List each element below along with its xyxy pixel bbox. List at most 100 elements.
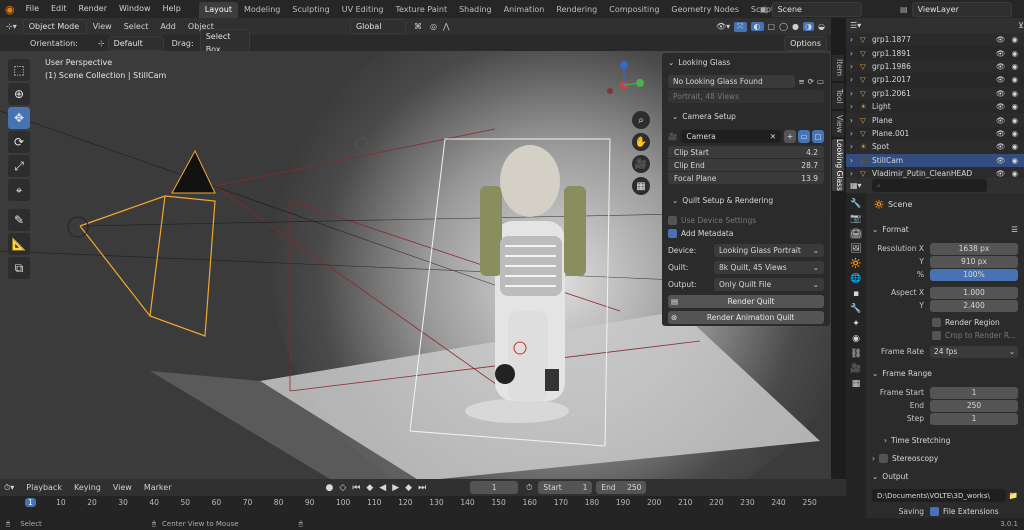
timeline-ruler[interactable]: 1 10 20 30 40 50 60 70 80 90 100 110 120 130 140 150 160…	[0, 496, 846, 518]
tab-compositing[interactable]: Compositing	[603, 2, 665, 18]
expand-icon[interactable]: ›	[850, 116, 860, 125]
tab-animation[interactable]: Animation	[498, 2, 551, 18]
menu-select[interactable]: Select	[118, 18, 155, 36]
menu-file[interactable]: File	[20, 0, 45, 18]
camera-setup-header[interactable]: ⌄ Camera Setup	[668, 109, 824, 123]
stereoscopy-header[interactable]: › Stereoscopy	[872, 452, 1018, 465]
outliner-row[interactable]: › 🎥 StillCam 👁 ◉	[846, 153, 1024, 167]
expand-icon[interactable]: ›	[850, 62, 860, 71]
visibility-icon[interactable]: 👁	[996, 75, 1006, 84]
window-icon[interactable]: ▭	[817, 77, 824, 86]
jump-end-icon[interactable]: ⏭	[418, 483, 426, 493]
visibility-icon[interactable]: 👁▾	[716, 22, 730, 31]
render-region-row[interactable]: Render Region	[872, 316, 1018, 329]
add-cube-tool-icon[interactable]: ⧉	[8, 257, 30, 279]
render-visibility-icon[interactable]: ◉	[1011, 142, 1018, 151]
add-metadata-checkbox[interactable]	[668, 228, 677, 238]
menu-edit[interactable]: Edit	[45, 0, 73, 18]
clear-icon[interactable]: ✕	[770, 132, 776, 141]
menu-timeline-view[interactable]: View	[107, 479, 138, 497]
proportional-icon[interactable]: ◎	[430, 22, 437, 31]
visibility-icon[interactable]: 👁	[996, 62, 1006, 71]
output-tab-icon[interactable]: 🖨	[850, 229, 862, 239]
particles-tab-icon[interactable]: ✦	[852, 319, 860, 329]
viewlayer-selector[interactable]: ▤ ViewLayer	[900, 2, 1012, 17]
overlay-icon[interactable]: ◐	[750, 22, 764, 31]
collapse-icon[interactable]: ⌄	[668, 58, 674, 67]
snap-icon[interactable]: ⌘	[414, 22, 422, 31]
device-dropdown[interactable]: Looking Glass Portrait ⌄	[714, 243, 824, 257]
folder-icon[interactable]: 📁	[1009, 491, 1018, 500]
constraints-tab-icon[interactable]: ⛓	[850, 349, 861, 359]
transform-tool-icon[interactable]: ⌖	[8, 179, 30, 201]
resolution-x-field[interactable]: 1638 px	[930, 242, 1018, 255]
expand-icon[interactable]: ›	[850, 142, 860, 151]
tab-looking-glass[interactable]: Looking Glass	[832, 139, 844, 191]
list-icon[interactable]: ≡	[798, 77, 804, 86]
cursor-tool-icon[interactable]: ⊕	[8, 83, 30, 105]
menu-keying[interactable]: Keying	[68, 479, 107, 497]
use-device-settings-checkbox[interactable]	[668, 215, 677, 225]
aspect-x-field[interactable]: 1.000	[930, 286, 1018, 299]
gizmo-icon[interactable]: ⤧	[734, 21, 747, 32]
orientation-dropdown[interactable]: Default	[107, 35, 164, 51]
zoom-icon[interactable]: ⌕	[632, 111, 650, 129]
tab-layout[interactable]: Layout	[198, 1, 238, 18]
expand-icon[interactable]: ›	[850, 156, 860, 165]
scene-tab-icon[interactable]: 🔆	[850, 259, 861, 269]
next-keyframe-icon[interactable]: ◆	[405, 483, 412, 493]
frame-rate-dropdown[interactable]: 24 fps ⌄	[930, 345, 1018, 358]
timeline-editor-icon[interactable]: ⏱▾	[4, 483, 14, 493]
outliner-row[interactable]: › ▽ Plane.001 👁 ◉	[846, 127, 1024, 140]
material-shading-icon[interactable]: ◑	[803, 22, 815, 31]
expand-icon[interactable]: ›	[850, 89, 860, 98]
clip-start-field[interactable]: Clip Start 4.2	[668, 146, 824, 158]
visibility-icon[interactable]: 👁	[996, 102, 1006, 111]
quilt-setup-header[interactable]: ⌄ Quilt Setup & Rendering	[668, 193, 824, 207]
view-layer-tab-icon[interactable]: 🖼	[850, 244, 861, 254]
tab-tool[interactable]: Tool	[832, 83, 844, 109]
scale-tool-icon[interactable]: ⤢	[8, 155, 30, 177]
world-tab-icon[interactable]: 🌐	[850, 274, 861, 284]
render-visibility-icon[interactable]: ◉	[1011, 35, 1018, 44]
visibility-icon[interactable]: 👁	[996, 49, 1006, 58]
visibility-icon[interactable]: 👁	[996, 169, 1006, 178]
falloff-icon[interactable]: ⋀	[443, 22, 450, 31]
lg-device-dropdown[interactable]: No Looking Glass Found	[668, 74, 796, 88]
end-frame-field[interactable]: End 250	[596, 481, 647, 494]
visibility-icon[interactable]: 👁	[996, 129, 1006, 138]
add-camera-button[interactable]: +	[784, 129, 796, 143]
visibility-icon[interactable]: 👁	[996, 35, 1006, 44]
tool-tab-icon[interactable]: 🔧	[850, 199, 861, 209]
rotate-tool-icon[interactable]: ⟳	[8, 131, 30, 153]
rendered-shading-icon[interactable]: ◒	[818, 22, 825, 31]
tab-texture-paint[interactable]: Texture Paint	[389, 2, 453, 18]
menu-add[interactable]: Add	[154, 18, 182, 36]
render-visibility-icon[interactable]: ◉	[1011, 116, 1018, 125]
refresh-icon[interactable]: ⟳	[808, 77, 814, 86]
visibility-icon[interactable]: 👁	[996, 89, 1006, 98]
render-visibility-icon[interactable]: ◉	[1011, 102, 1018, 111]
pan-hand-icon[interactable]: ✋	[632, 133, 650, 151]
expand-icon[interactable]: ›	[850, 49, 860, 58]
clip-end-field[interactable]: Clip End 28.7	[668, 159, 824, 171]
expand-icon[interactable]: ›	[850, 102, 860, 111]
outliner-row[interactable]: › ▽ grp1.1986 👁 ◉	[846, 59, 1024, 74]
options-dropdown[interactable]: Options	[784, 35, 827, 51]
frame-range-header[interactable]: ⌄ Frame Range	[872, 367, 1018, 380]
texture-tab-icon[interactable]: ▦	[852, 379, 861, 389]
tab-item[interactable]: Item	[832, 55, 844, 81]
expand-icon[interactable]: ›	[850, 129, 860, 138]
expand-icon[interactable]: ›	[850, 75, 860, 84]
percent-field[interactable]: 100%	[930, 268, 1018, 281]
properties-editor-icon[interactable]: ▦▾	[850, 181, 862, 190]
jump-start-icon[interactable]: ⏮	[352, 483, 360, 493]
frame-end-field[interactable]: 250	[930, 399, 1018, 412]
menu-help[interactable]: Help	[157, 0, 187, 18]
outliner-row[interactable]: › ☀ Light 👁 ◉	[846, 100, 1024, 113]
crop-region-row[interactable]: Crop to Render R...	[872, 329, 1018, 342]
outliner-editor-icon[interactable]: ☰▾	[850, 21, 861, 30]
grid-view-icon[interactable]: ▦	[632, 177, 650, 195]
annotate-tool-icon[interactable]: ✎	[8, 209, 30, 231]
format-header[interactable]: ⌄ Format ☰	[872, 223, 1018, 236]
